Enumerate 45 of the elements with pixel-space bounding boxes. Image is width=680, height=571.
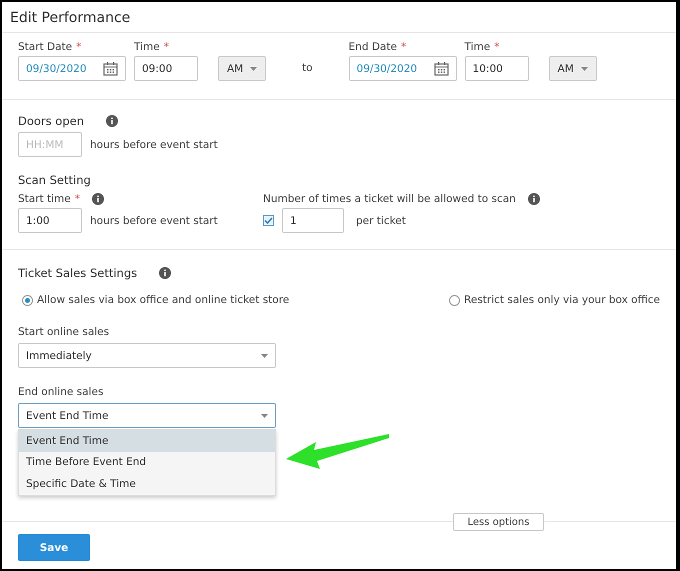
field-label: End online sales [18, 386, 104, 398]
separator-text: to [301, 62, 314, 76]
radio-option[interactable]: Allow sales via box office and online ticket store [22, 294, 290, 306]
section-title: Doors open [18, 114, 84, 128]
radio-option[interactable]: Restrict sales only via your box office [449, 294, 660, 306]
caret-icon [250, 66, 257, 70]
caret-icon [261, 354, 268, 358]
suffix-text: per ticket [356, 214, 406, 226]
suffix-text: hours before event start [90, 214, 218, 226]
suffix-text: hours before event start [90, 138, 218, 150]
info-icon[interactable] [528, 193, 540, 205]
caret-icon [580, 66, 588, 70]
field-label: Time * [464, 41, 500, 53]
info-icon[interactable] [106, 115, 118, 127]
caret-icon [261, 414, 268, 418]
period-dropdown[interactable]: AM [218, 56, 266, 81]
end-time-field[interactable]: 10:00 [464, 56, 529, 81]
field-label: Start time * [18, 193, 80, 205]
info-icon[interactable] [92, 193, 104, 205]
calendar-icon[interactable] [103, 62, 118, 76]
doors-open-field[interactable]: HH:MM [18, 132, 82, 157]
dropdown-option[interactable]: Time Before Event End [19, 452, 275, 473]
start-sales-dropdown[interactable]: Immediately [18, 343, 276, 368]
scan-start-field[interactable]: 1:00 [18, 208, 82, 233]
dropdown-option[interactable]: Event End Time [19, 430, 275, 452]
calendar-icon[interactable] [434, 62, 449, 76]
field-label: Time * [134, 41, 170, 53]
field-label: Start Date * [18, 41, 82, 53]
scan-count-field[interactable]: 1 [282, 208, 344, 233]
arrow-icon [284, 432, 390, 470]
end-sales-dropdown[interactable]: Event End Time [18, 403, 276, 428]
info-icon[interactable] [159, 267, 172, 279]
period-dropdown[interactable]: AM [548, 56, 597, 81]
checkbox[interactable] [263, 215, 274, 226]
end-date-field[interactable]: 09/30/2020 [348, 56, 457, 81]
start-time-field[interactable]: 09:00 [134, 56, 198, 81]
less-options-button[interactable]: Less options [453, 513, 544, 531]
dropdown-option[interactable]: Specific Date & Time [19, 473, 275, 494]
section-title: Ticket Sales Settings [18, 266, 138, 280]
start-date-field[interactable]: 09/30/2020 [18, 56, 126, 81]
field-label: Number of times a ticket will be allowed to scan [263, 193, 516, 205]
field-label: End Date * [348, 41, 408, 53]
field-label: Start online sales [18, 326, 110, 338]
section-title: Scan Setting [18, 173, 91, 187]
window-title: Edit Performance [2, 2, 676, 33]
